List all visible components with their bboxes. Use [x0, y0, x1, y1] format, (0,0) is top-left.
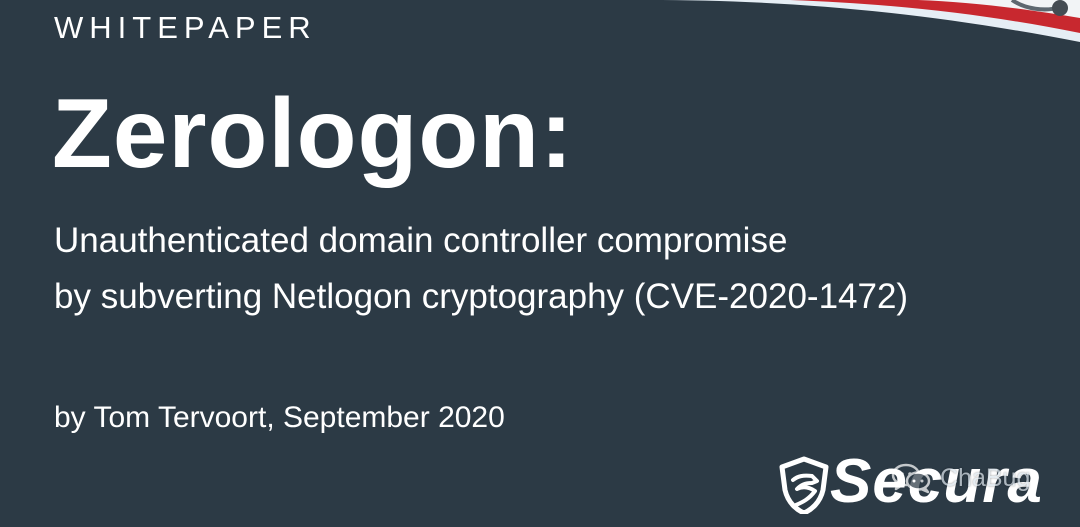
- document-title: Zerologon:: [52, 78, 574, 188]
- subtitle-line-2: by subverting Netlogon cryptography (CVE…: [54, 277, 909, 316]
- document-subtitle: Unauthenticated domain controller compro…: [54, 213, 1044, 325]
- document-type-label: WHITEPAPER: [54, 10, 317, 45]
- secura-logo: Secura ChaBug: [778, 447, 1058, 516]
- chat-bubbles-icon: [891, 463, 931, 494]
- chabug-watermark: ChaBug: [890, 458, 1030, 498]
- whitepaper-cover: WHITEPAPER Zerologon: Unauthenticated do…: [0, 0, 1080, 527]
- subtitle-line-1: Unauthenticated domain controller compro…: [54, 221, 788, 260]
- watermark-text: ChaBug: [940, 464, 1031, 492]
- author-date: by Tom Tervoort, September 2020: [54, 401, 505, 434]
- shield-icon: [779, 456, 829, 514]
